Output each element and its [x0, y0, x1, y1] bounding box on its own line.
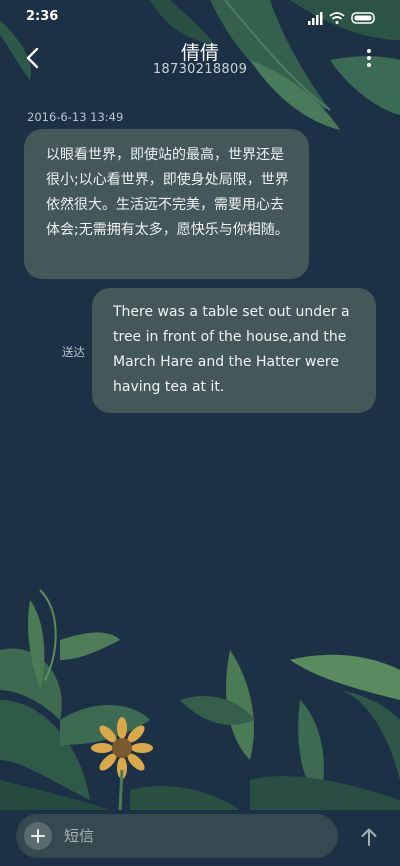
message-timestamp: 2016-6-13 13:49: [27, 110, 124, 124]
contact-number: 18730218809: [152, 62, 248, 77]
plus-icon: [31, 829, 45, 843]
delivery-status: 送达: [62, 345, 85, 359]
outgoing-message-bubble[interactable]: There was a table set out under a tree i…: [92, 288, 376, 413]
outgoing-message-text: There was a table set out under a tree i…: [113, 304, 350, 395]
battery-icon: [351, 12, 375, 24]
status-icons: [308, 12, 375, 25]
add-attachment-button[interactable]: [24, 822, 52, 850]
more-options-button[interactable]: [360, 46, 378, 70]
status-time: 2:36: [26, 9, 59, 24]
arrow-up-icon: [361, 828, 377, 846]
wifi-icon: [329, 12, 345, 24]
signal-icon: [308, 12, 323, 25]
more-vertical-icon: [367, 49, 371, 67]
status-bar: 2:36: [0, 0, 400, 34]
message-input[interactable]: [64, 824, 324, 848]
contact-name: 倩倩: [180, 42, 219, 64]
send-button[interactable]: [358, 826, 380, 848]
incoming-message-bubble[interactable]: 以眼看世界，即使站的最高，世界还是很小;以心看世界，即使身处局限，世界依然很大。…: [24, 129, 309, 279]
incoming-message-text: 以眼看世界，即使站的最高，世界还是很小;以心看世界，即使身处局限，世界依然很大。…: [46, 147, 289, 238]
